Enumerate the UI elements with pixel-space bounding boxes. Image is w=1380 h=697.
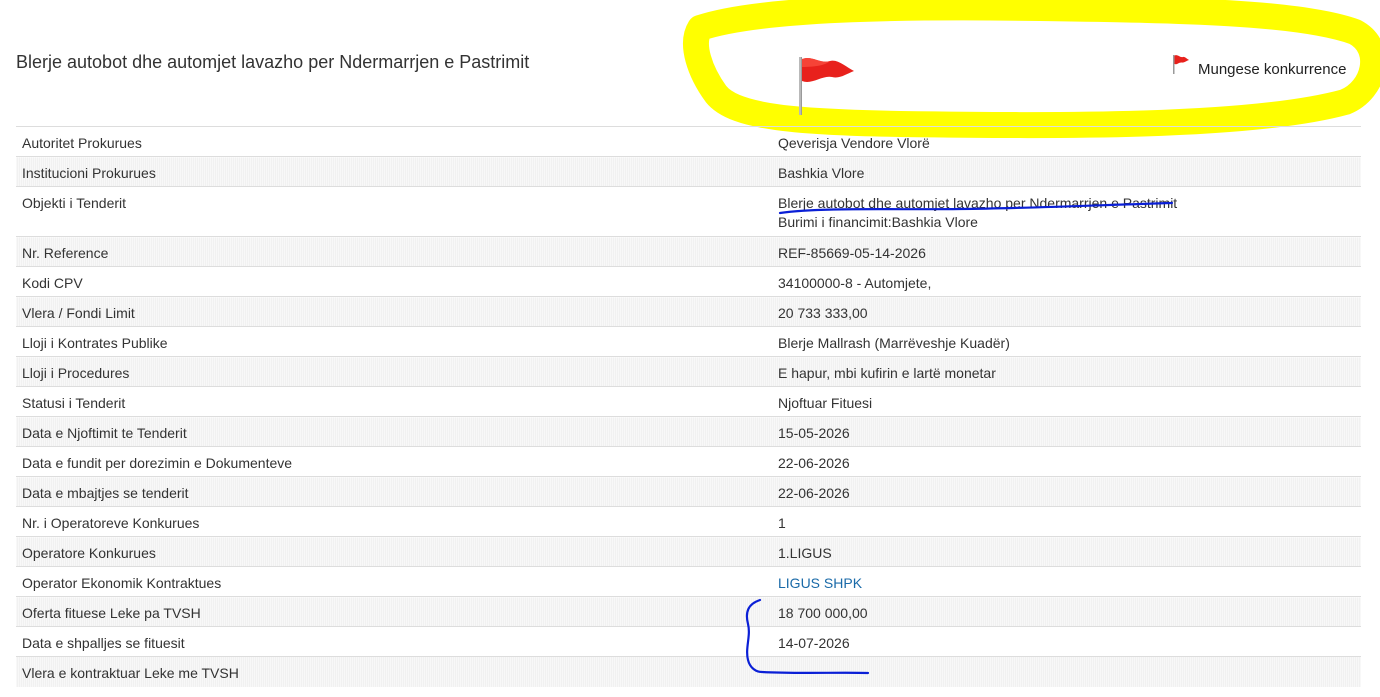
row-label: Data e Njoftimit te Tenderit xyxy=(16,416,772,447)
table-row: Lloji i Procedures E hapur, mbi kufirin … xyxy=(16,356,1361,387)
row-value xyxy=(772,656,1361,687)
row-label: Vlera e kontraktuar Leke me TVSH xyxy=(16,656,772,687)
row-label: Objekti i Tenderit xyxy=(16,186,772,237)
table-row: Data e Njoftimit te Tenderit 15-05-2026 xyxy=(16,416,1361,447)
table-row: Data e fundit per dorezimin e Dokumentev… xyxy=(16,446,1361,477)
row-value: 22-06-2026 xyxy=(772,476,1361,507)
row-label: Autoritet Prokurues xyxy=(16,126,772,157)
red-flag-icon xyxy=(799,57,854,115)
row-label: Vlera / Fondi Limit xyxy=(16,296,772,327)
row-label: Lloji i Kontrates Publike xyxy=(16,326,772,357)
row-value: Qeverisja Vendore Vlorë xyxy=(772,126,1361,157)
table-row: Vlera / Fondi Limit 20 733 333,00 xyxy=(16,296,1361,327)
table-row: Operatore Konkurues 1.LIGUS xyxy=(16,536,1361,567)
table-row: Vlera e kontraktuar Leke me TVSH xyxy=(16,656,1361,687)
page-title: Blerje autobot dhe automjet lavazho per … xyxy=(16,52,530,72)
table-row: Institucioni Prokurues Bashkia Vlore xyxy=(16,156,1361,187)
row-label: Data e fundit per dorezimin e Dokumentev… xyxy=(16,446,772,477)
row-label: Statusi i Tenderit xyxy=(16,386,772,417)
table-row: Nr. Reference REF-85669-05-14-2026 xyxy=(16,236,1361,267)
row-value: 34100000-8 - Automjete, xyxy=(772,266,1361,297)
legend-label: Mungese konkurrence xyxy=(1198,61,1347,78)
row-label: Data e shpalljes se fituesit xyxy=(16,626,772,657)
red-flag-icon xyxy=(1173,55,1189,74)
table-row: Objekti i Tenderit Blerje autobot dhe au… xyxy=(16,186,1361,237)
row-label: Operatore Konkurues xyxy=(16,536,772,567)
row-value: 20 733 333,00 xyxy=(772,296,1361,327)
row-value: Blerje autobot dhe automjet lavazho per … xyxy=(772,186,1361,237)
table-row: Nr. i Operatoreve Konkurues 1 xyxy=(16,506,1361,537)
row-label: Lloji i Procedures xyxy=(16,356,772,387)
row-value: E hapur, mbi kufirin e lartë monetar xyxy=(772,356,1361,387)
funding-source: Burimi i financimit:Bashkia Vlore xyxy=(778,214,978,230)
row-label: Oferta fituese Leke pa TVSH xyxy=(16,596,772,627)
row-label: Data e mbajtjes se tenderit xyxy=(16,476,772,507)
row-value: 18 700 000,00 xyxy=(772,596,1361,627)
table-row: Operator Ekonomik Kontraktues LIGUS SHPK xyxy=(16,566,1361,597)
table-row: Autoritet Prokurues Qeverisja Vendore Vl… xyxy=(16,126,1361,157)
row-value: REF-85669-05-14-2026 xyxy=(772,236,1361,267)
table-row: Lloji i Kontrates Publike Blerje Mallras… xyxy=(16,326,1361,357)
row-value: LIGUS SHPK xyxy=(772,566,1361,597)
row-value: 15-05-2026 xyxy=(772,416,1361,447)
row-value: 1 xyxy=(772,506,1361,537)
row-label: Nr. Reference xyxy=(16,236,772,267)
tender-object-value: Blerje autobot dhe automjet lavazho per … xyxy=(778,195,1178,211)
contractor-link[interactable]: LIGUS SHPK xyxy=(778,575,862,591)
row-value: Blerje Mallrash (Marrëveshje Kuadër) xyxy=(772,326,1361,357)
table-row: Data e shpalljes se fituesit 14-07-2026 xyxy=(16,626,1361,657)
row-value: Njoftuar Fituesi xyxy=(772,386,1361,417)
tender-details-table: Autoritet Prokurues Qeverisja Vendore Vl… xyxy=(16,126,1361,687)
table-row: Oferta fituese Leke pa TVSH 18 700 000,0… xyxy=(16,596,1361,627)
row-label: Operator Ekonomik Kontraktues xyxy=(16,566,772,597)
table-row: Statusi i Tenderit Njoftuar Fituesi xyxy=(16,386,1361,417)
row-label: Nr. i Operatoreve Konkurues xyxy=(16,506,772,537)
flag-legend: Mungese konkurrence xyxy=(1172,54,1346,78)
row-label: Kodi CPV xyxy=(16,266,772,297)
table-row: Kodi CPV 34100000-8 - Automjete, xyxy=(16,266,1361,297)
row-value: Bashkia Vlore xyxy=(772,156,1361,187)
table-row: Data e mbajtjes se tenderit 22-06-2026 xyxy=(16,476,1361,507)
row-label: Institucioni Prokurues xyxy=(16,156,772,187)
row-value: 22-06-2026 xyxy=(772,446,1361,477)
row-value: 14-07-2026 xyxy=(772,626,1361,657)
row-value: 1.LIGUS xyxy=(772,536,1361,567)
